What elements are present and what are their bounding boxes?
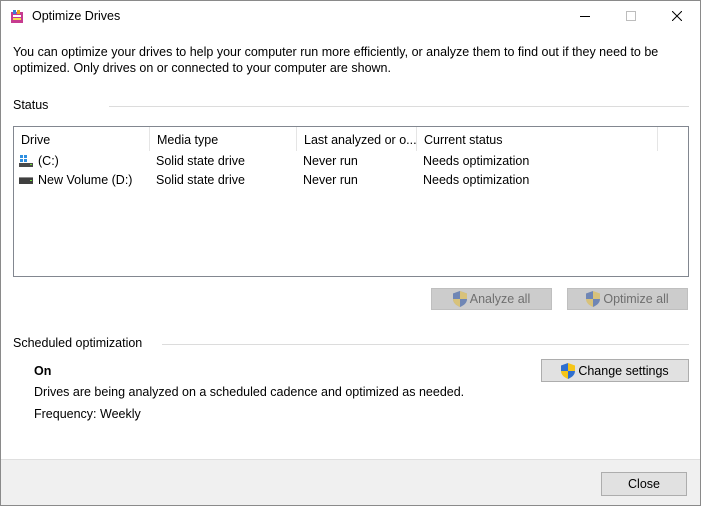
column-header-current-status[interactable]: Current status xyxy=(417,127,658,151)
title-bar[interactable]: Optimize Drives xyxy=(1,1,700,32)
table-row[interactable]: New Volume (D:) Solid state drive Never … xyxy=(14,171,688,190)
schedule-description: Drives are being analyzed on a scheduled… xyxy=(34,385,465,399)
drive-media-type: Solid state drive xyxy=(156,154,245,168)
change-settings-button[interactable]: Change settings xyxy=(541,359,689,382)
maximize-button[interactable] xyxy=(608,1,654,31)
drives-list-header: Drive Media type Last analyzed or o... C… xyxy=(14,127,688,151)
analyze-all-label: Analyze all xyxy=(469,292,531,306)
close-window-button[interactable] xyxy=(654,1,700,31)
description-text: You can optimize your drives to help you… xyxy=(13,45,659,75)
uac-shield-icon xyxy=(452,291,467,307)
optimize-all-label: Optimize all xyxy=(603,292,669,306)
dialog-footer: Close xyxy=(1,459,700,505)
drive-last-analyzed: Never run xyxy=(303,154,358,168)
drive-current-status: Needs optimization xyxy=(423,173,530,187)
uac-shield-icon xyxy=(586,291,601,307)
minimize-icon xyxy=(580,16,590,17)
window-title: Optimize Drives xyxy=(32,9,121,23)
close-button[interactable]: Close xyxy=(601,472,687,496)
column-header-media-type[interactable]: Media type xyxy=(150,127,297,151)
drive-current-status: Needs optimization xyxy=(423,154,530,168)
drive-icon xyxy=(19,174,33,186)
windows-drive-icon xyxy=(19,155,33,167)
analyze-all-button[interactable]: Analyze all xyxy=(431,288,552,310)
status-heading: Status xyxy=(13,98,49,112)
drive-last-analyzed: Never run xyxy=(303,173,358,187)
scheduled-divider xyxy=(162,344,689,345)
minimize-button[interactable] xyxy=(562,1,608,31)
status-divider xyxy=(109,106,689,107)
schedule-frequency: Frequency: Weekly xyxy=(34,407,141,421)
optimize-all-button[interactable]: Optimize all xyxy=(567,288,688,310)
close-icon xyxy=(672,11,682,21)
drives-list[interactable]: Drive Media type Last analyzed or o... C… xyxy=(13,126,689,277)
column-header-last-analyzed[interactable]: Last analyzed or o... xyxy=(297,127,417,151)
drive-name: (C:) xyxy=(38,154,59,168)
drive-name: New Volume (D:) xyxy=(38,173,133,187)
maximize-icon xyxy=(626,11,636,21)
uac-shield-icon xyxy=(561,362,576,379)
table-row[interactable]: (C:) Solid state drive Never run Needs o… xyxy=(14,152,688,171)
drive-media-type: Solid state drive xyxy=(156,173,245,187)
change-settings-label: Change settings xyxy=(578,363,669,378)
schedule-state: On xyxy=(34,364,52,378)
scheduled-heading: Scheduled optimization xyxy=(13,336,143,350)
close-button-label: Close xyxy=(628,477,660,491)
column-header-drive[interactable]: Drive xyxy=(14,127,150,151)
optimize-drives-window: Optimize Drives You can optimize your dr… xyxy=(0,0,701,506)
defrag-app-icon xyxy=(10,9,24,24)
